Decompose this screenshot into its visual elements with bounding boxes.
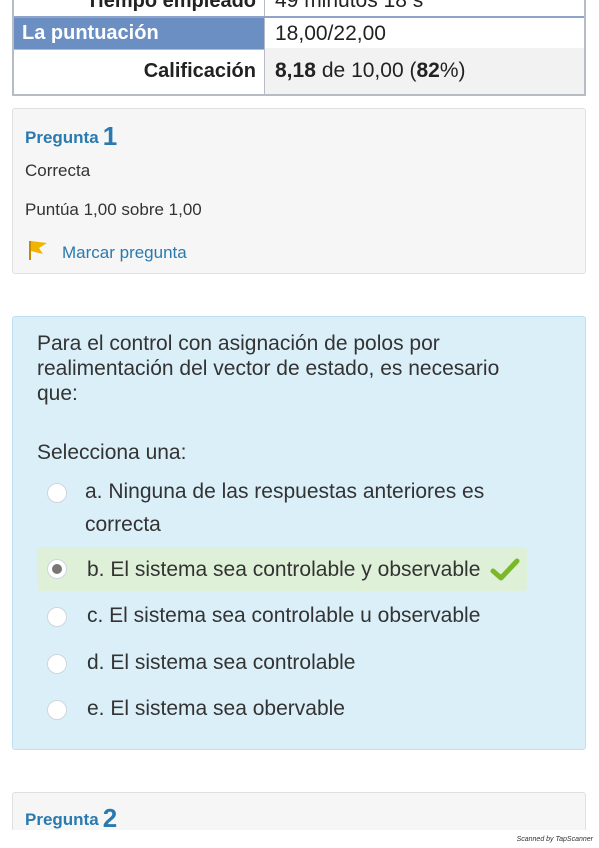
radio-e[interactable]: [47, 700, 67, 720]
option-c-label: c. El sistema sea controlable u observab…: [87, 604, 481, 627]
option-b[interactable]: b. El sistema sea controlable y observab…: [37, 547, 527, 591]
scanner-watermark: Scanned by TapScanner: [516, 836, 593, 843]
question-number: 2: [102, 803, 118, 833]
grade-label: Calificación: [143, 59, 256, 82]
grade-strong: 8,18: [275, 59, 316, 82]
grade-mid: de 10,00 (: [321, 59, 417, 82]
radio-a[interactable]: [47, 483, 67, 503]
grade-pct: 82: [416, 59, 440, 82]
time-value: 49 minutos 18 s: [264, 0, 584, 16]
question-1-content: Para el control con asignación de polos …: [12, 316, 586, 750]
question-label: Pregunta: [25, 128, 99, 147]
question-label: Pregunta: [25, 810, 99, 829]
footer: [0, 830, 599, 848]
radio-d[interactable]: [47, 654, 67, 674]
option-e[interactable]: e. El sistema sea obervable: [47, 696, 345, 725]
radio-dot: [52, 564, 62, 574]
grade-value: 8,18 de 10,00 (82%): [264, 48, 584, 94]
option-a-label: a. Ninguna de las respuestas anteriores …: [85, 480, 485, 536]
grade-row: Calificación 8,18 de 10,00 (82%): [14, 48, 584, 94]
radio-c[interactable]: [47, 607, 67, 627]
grade-end: %): [439, 59, 466, 82]
question-number: 1: [102, 121, 118, 151]
flag-label: Marcar pregunta: [62, 242, 187, 262]
option-d-label: d. El sistema sea controlable: [87, 651, 356, 674]
review-summary-table: Tiempo empleado 49 minutos 18 s La puntu…: [12, 0, 586, 96]
score-label: La puntuación: [14, 18, 264, 49]
option-e-label: e. El sistema sea obervable: [87, 697, 345, 720]
option-b-label: b. El sistema sea controlable y observab…: [87, 557, 481, 581]
option-c[interactable]: c. El sistema sea controlable u observab…: [47, 603, 480, 632]
time-row: Tiempo empleado 49 minutos 18 s: [14, 0, 584, 16]
time-label: Tiempo empleado: [86, 0, 256, 12]
radio-b-selected[interactable]: [47, 559, 67, 579]
answer-prompt: Selecciona una:: [37, 441, 187, 464]
flag-question-link[interactable]: Marcar pregunta: [27, 239, 187, 266]
question-1-info: Pregunta 1 Correcta Puntúa 1,00 sobre 1,0…: [12, 108, 586, 274]
question-score: Puntúa 1,00 sobre 1,00: [25, 200, 202, 219]
option-d[interactable]: d. El sistema sea controlable: [47, 650, 355, 679]
question-text: Para el control con asignación de polos …: [37, 332, 500, 405]
correct-check-icon: [490, 558, 520, 581]
flag-icon: [27, 239, 49, 266]
score-row: La puntuación 18,00/22,00: [14, 16, 584, 50]
question-1-title: Pregunta 1: [25, 121, 117, 152]
question-status: Correcta: [25, 161, 91, 180]
option-a[interactable]: a. Ninguna de las respuestas anteriores …: [47, 479, 517, 541]
score-value: 18,00/22,00: [264, 18, 584, 49]
